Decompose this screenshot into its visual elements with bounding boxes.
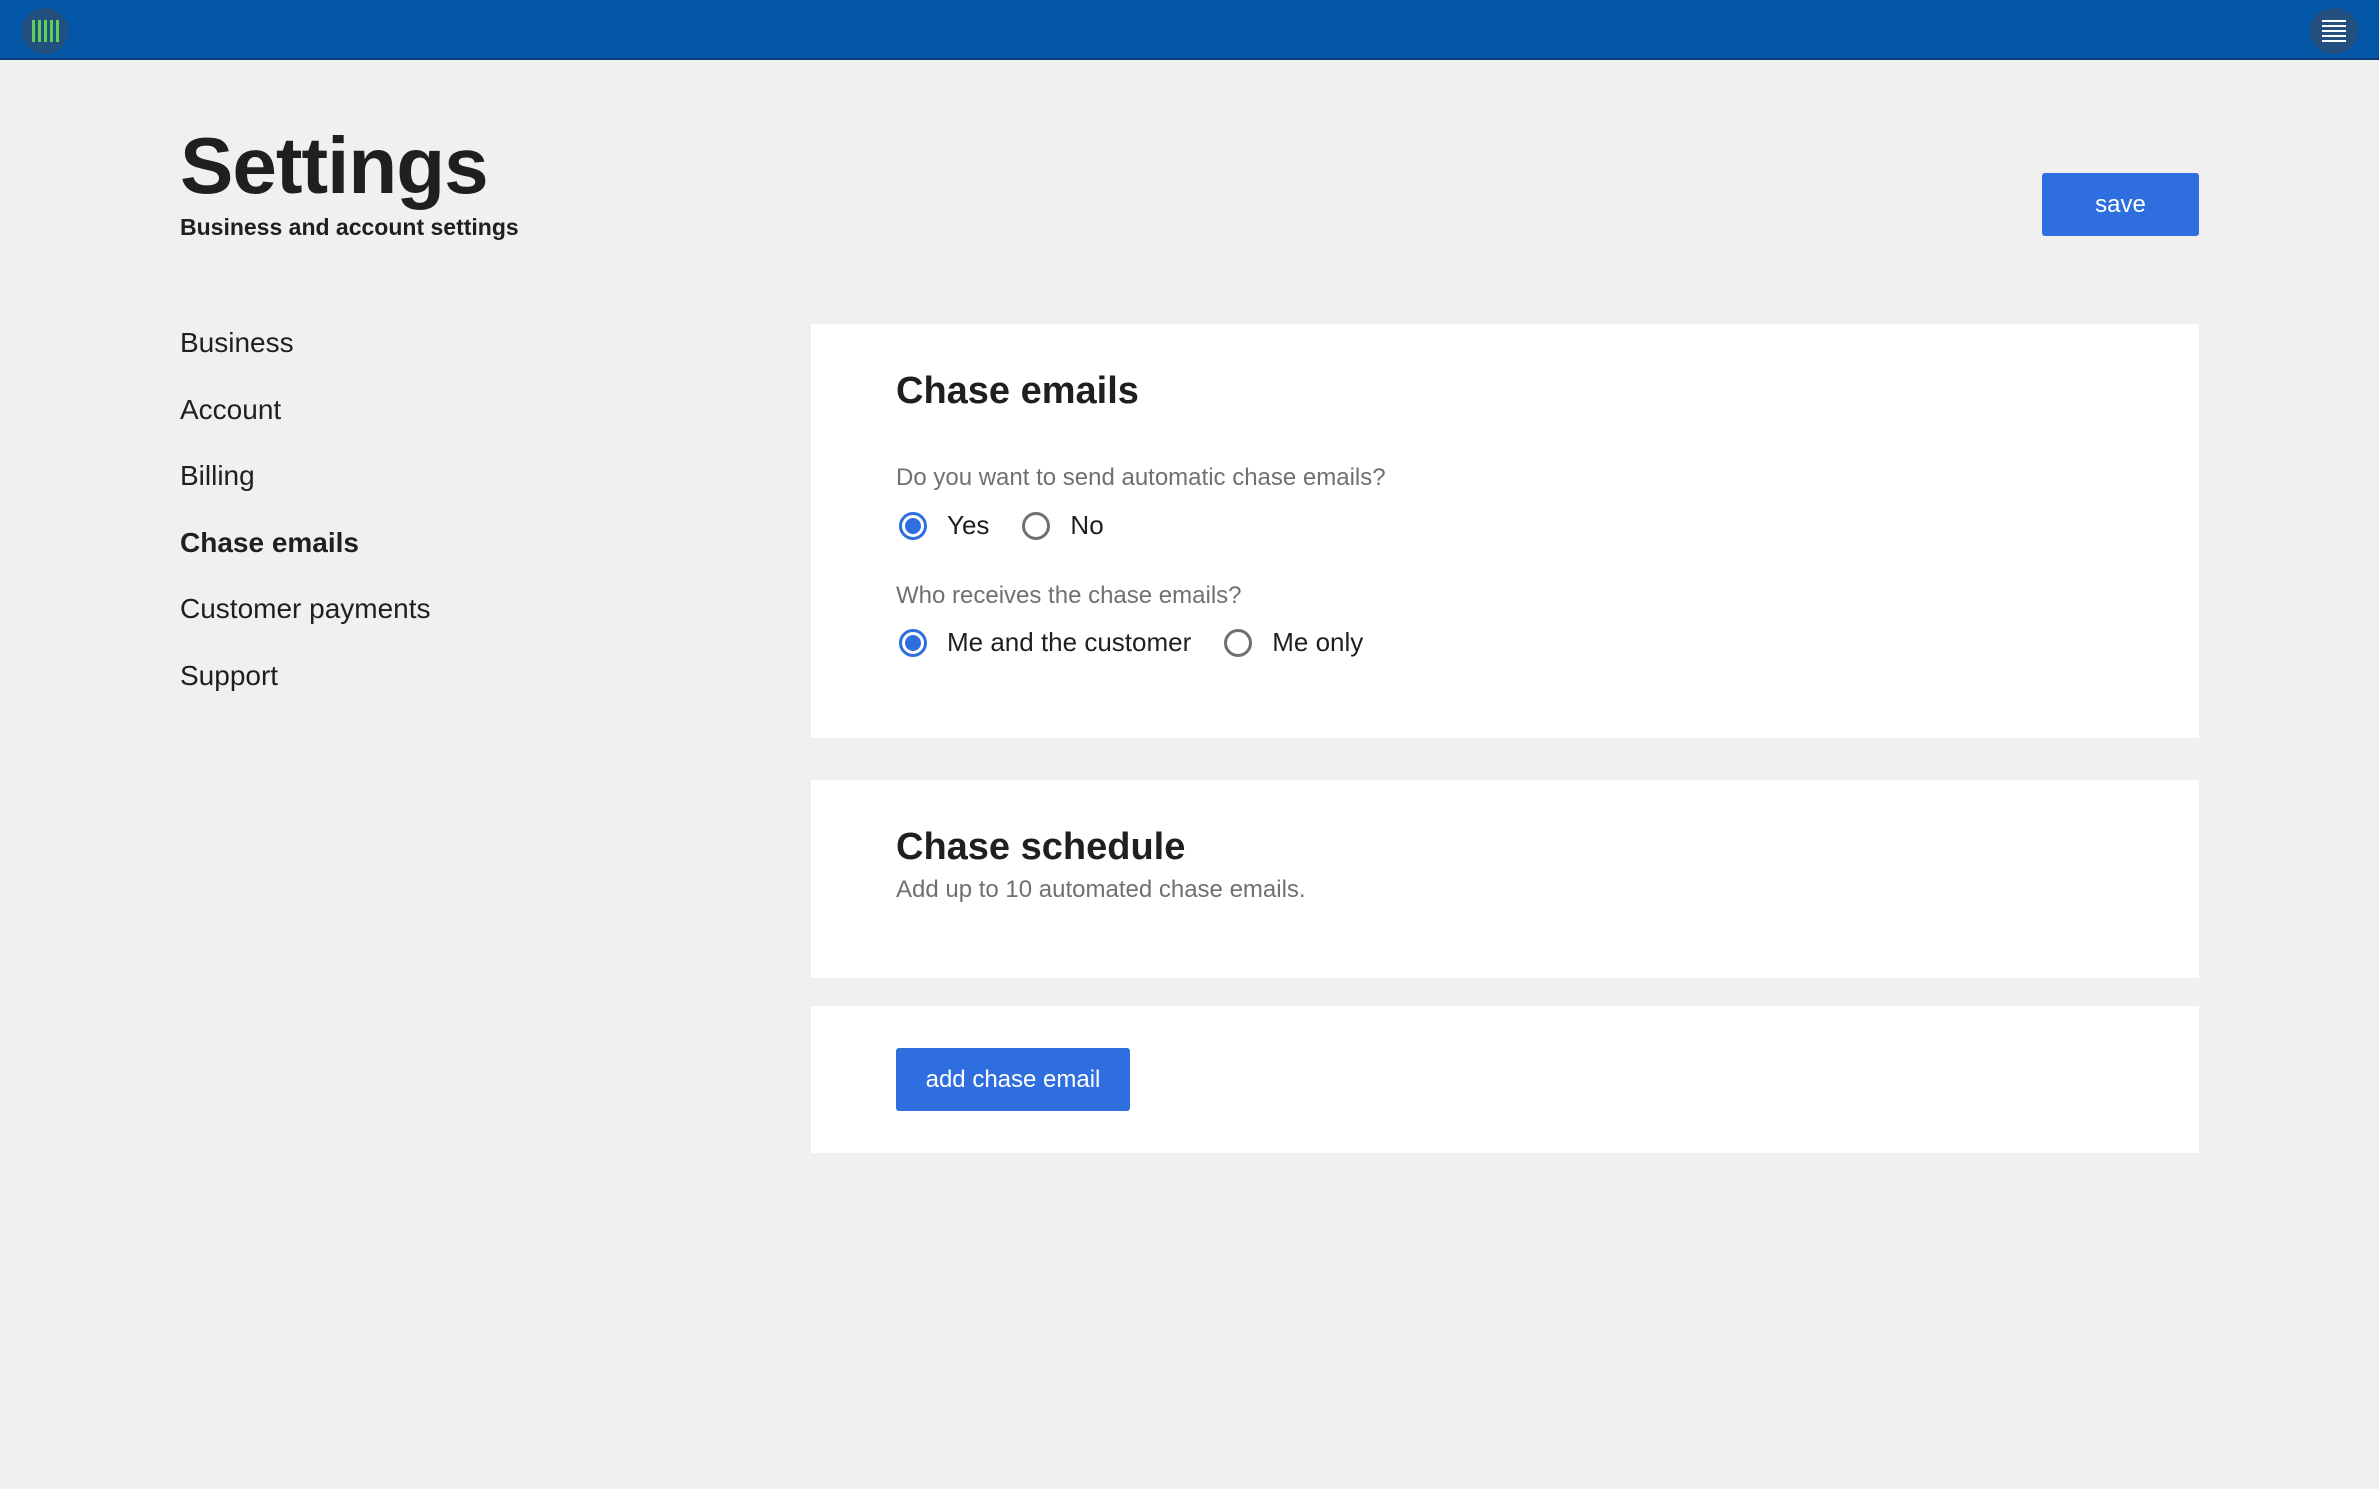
sidebar-item-account[interactable]: Account bbox=[180, 387, 680, 454]
sidebar-item-customer-payments[interactable]: Customer payments bbox=[180, 586, 680, 653]
save-button[interactable]: save bbox=[2042, 173, 2199, 236]
add-chase-email-card: add chase email bbox=[811, 1006, 2199, 1153]
chase-schedule-title: Chase schedule bbox=[896, 826, 1186, 868]
barcode-logo-icon[interactable] bbox=[22, 8, 68, 54]
page-subtitle: Business and account settings bbox=[180, 214, 519, 240]
radio-yes-label: Yes bbox=[947, 510, 990, 540]
add-chase-email-button[interactable]: add chase email bbox=[896, 1048, 1130, 1111]
sidebar-item-chase-emails[interactable]: Chase emails bbox=[180, 520, 680, 587]
send-radio-group: Yes No bbox=[896, 510, 1134, 541]
radio-no[interactable]: No bbox=[1019, 510, 1104, 541]
radio-checked-icon bbox=[899, 511, 927, 540]
radio-checked-icon bbox=[899, 628, 927, 657]
radio-me-and-customer-label: Me and the customer bbox=[947, 627, 1192, 657]
chase-emails-card: Chase emails Do you want to send automat… bbox=[811, 324, 2199, 738]
top-bar bbox=[0, 0, 2379, 60]
radio-yes[interactable]: Yes bbox=[896, 510, 989, 541]
send-question: Do you want to send automatic chase emai… bbox=[896, 464, 1386, 491]
radio-unchecked-icon bbox=[1224, 628, 1253, 657]
radio-no-label: No bbox=[1070, 510, 1104, 540]
recipient-question: Who receives the chase emails? bbox=[896, 582, 1242, 609]
recipient-radio-group: Me and the customer Me only bbox=[896, 627, 1393, 658]
chase-emails-title: Chase emails bbox=[896, 370, 1139, 412]
chase-schedule-card: Chase schedule Add up to 10 automated ch… bbox=[811, 780, 2199, 978]
radio-me-only-label: Me only bbox=[1272, 627, 1364, 657]
menu-icon[interactable] bbox=[2310, 8, 2358, 54]
radio-me-and-customer[interactable]: Me and the customer bbox=[896, 627, 1191, 658]
chase-schedule-description: Add up to 10 automated chase emails. bbox=[896, 876, 1306, 903]
sidebar-item-support[interactable]: Support bbox=[180, 653, 680, 720]
radio-me-only[interactable]: Me only bbox=[1221, 627, 1363, 658]
sidebar-item-business[interactable]: Business bbox=[180, 320, 680, 387]
settings-sidebar: Business Account Billing Chase emails Cu… bbox=[180, 320, 680, 720]
radio-unchecked-icon bbox=[1022, 511, 1051, 540]
page-title: Settings bbox=[180, 121, 489, 210]
sidebar-item-billing[interactable]: Billing bbox=[180, 453, 680, 520]
